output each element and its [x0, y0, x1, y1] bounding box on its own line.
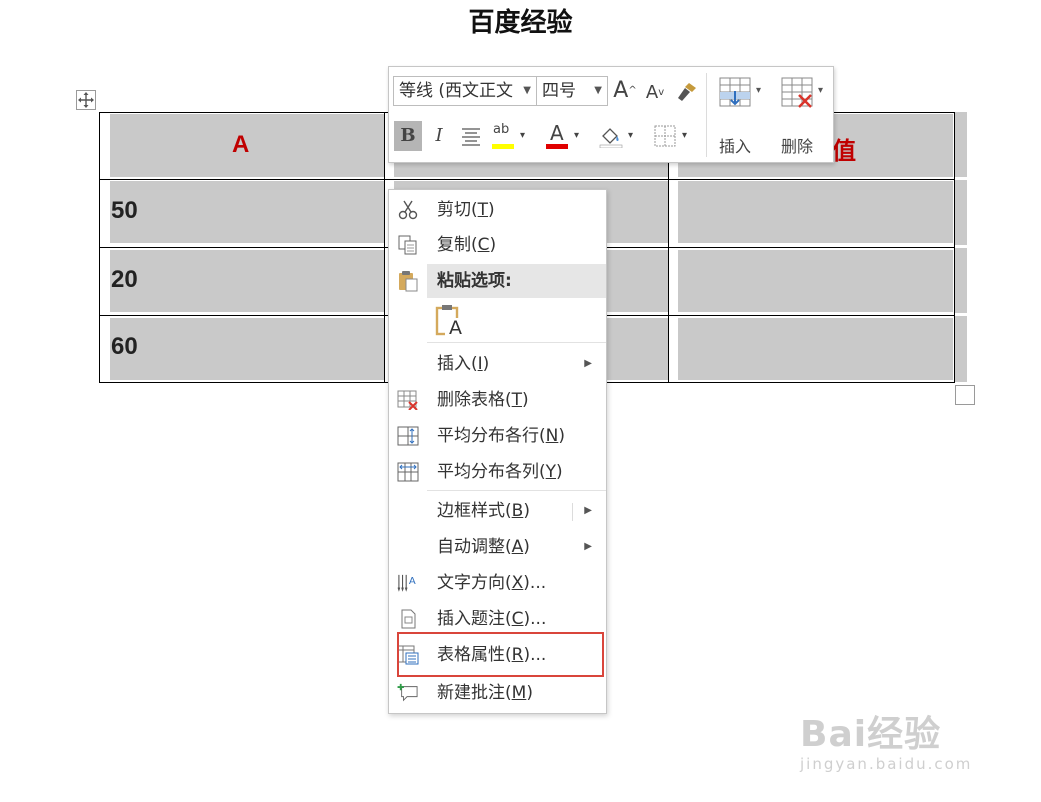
italic-button[interactable]: I	[425, 121, 453, 151]
menu-item-new-comment[interactable]: 新建批注(M)	[389, 676, 606, 710]
caption-icon	[401, 609, 416, 629]
menu-separator	[427, 342, 606, 343]
insert-rows-icon	[719, 77, 751, 107]
watermark-logo: Bai经验	[800, 714, 942, 755]
text-direction-icon: A	[397, 574, 416, 592]
table-cell[interactable]	[110, 318, 384, 380]
distribute-rows-icon	[397, 426, 419, 446]
header-cell-value: 值	[832, 138, 856, 165]
cell-value: 20	[111, 266, 138, 293]
table-move-handle[interactable]	[76, 90, 96, 110]
menu-item-text-direction[interactable]: A 文字方向(X)...	[389, 566, 606, 600]
menu-item-insert[interactable]: 插入(I) ▶	[389, 347, 606, 381]
copy-icon	[398, 235, 417, 255]
menu-item-cut[interactable]: 剪切(T)	[389, 193, 606, 227]
watermark: Bai经验 jingyan.baidu.com	[800, 705, 1000, 785]
font-name-combo[interactable]: 等线 (西文正文 ▼	[393, 76, 537, 106]
chevron-down-icon: ▾	[756, 85, 762, 96]
annotation-highlight-box	[397, 632, 604, 677]
scissors-icon	[398, 200, 418, 220]
chevron-down-icon: ▾	[573, 130, 579, 141]
grow-font-button[interactable]: A^	[611, 76, 639, 106]
chevron-down-icon: ▾	[627, 130, 633, 141]
delete-table-icon	[397, 390, 418, 410]
delete-table-button[interactable]: ▾ 删除	[777, 75, 833, 157]
shading-button[interactable]: ▾	[597, 121, 633, 151]
menu-separator	[427, 490, 606, 491]
paste-options-header: 粘贴选项:	[427, 264, 606, 298]
table-cell[interactable]	[678, 318, 953, 380]
submenu-arrow-icon: ▶	[584, 541, 592, 552]
cell-value: 60	[111, 333, 138, 360]
borders-icon	[654, 125, 676, 147]
font-size-combo[interactable]: 四号 ▼	[536, 76, 608, 106]
menu-item-copy[interactable]: 复制(C)	[389, 228, 606, 262]
bold-button[interactable]: B	[394, 121, 422, 151]
font-size-value: 四号	[542, 81, 576, 101]
watermark-url: jingyan.baidu.com	[800, 755, 973, 773]
distribute-columns-icon	[397, 462, 419, 482]
table-cell[interactable]	[678, 250, 953, 312]
table-cell[interactable]	[678, 181, 953, 243]
format-painter-button[interactable]	[673, 77, 701, 107]
paste-keep-text-only-button[interactable]: A	[435, 304, 465, 339]
italic-icon: I	[435, 125, 443, 146]
page-title: 百度经验	[468, 8, 573, 38]
toolbar-separator	[706, 73, 707, 157]
chevron-down-icon: ▼	[523, 85, 531, 96]
clipboard-icon	[399, 271, 418, 292]
chevron-down-icon: ▾	[519, 130, 525, 141]
new-comment-icon	[397, 683, 418, 702]
svg-text:A: A	[409, 576, 416, 587]
menu-item-distribute-columns[interactable]: 平均分布各列(Y)	[389, 455, 606, 489]
submenu-arrow-icon: ▶	[584, 358, 592, 369]
menu-item-autofit[interactable]: 自动调整(A) ▶	[389, 530, 606, 564]
insert-table-button[interactable]: ▾ 插入	[715, 75, 771, 157]
mini-toolbar: 等线 (西文正文 ▼ 四号 ▼ A^ Av B I ab ▾ A ▾ ▾ ▾ ▾…	[388, 66, 834, 163]
highlight-icon: ab	[493, 122, 510, 137]
align-center-icon	[462, 128, 480, 146]
cell-value: 50	[111, 197, 138, 224]
align-center-button[interactable]	[457, 121, 485, 151]
shrink-font-icon: A	[645, 82, 659, 103]
menu-item-insert-caption[interactable]: 插入题注(C)...	[389, 602, 606, 636]
shrink-font-button[interactable]: Av	[641, 78, 669, 108]
grow-font-icon: A	[613, 78, 629, 103]
table-resize-handle[interactable]	[955, 385, 975, 405]
header-cell-a: A	[232, 131, 250, 158]
table-end-of-row-markers	[955, 112, 967, 382]
font-color-button[interactable]: A ▾	[543, 121, 579, 151]
menu-item-border-styles[interactable]: 边框样式(B) ▶	[389, 494, 606, 528]
paint-bucket-icon	[599, 128, 623, 148]
submenu-arrow-icon: ▶	[584, 505, 592, 516]
delete-table-icon	[781, 77, 813, 108]
table-cell[interactable]	[110, 250, 384, 312]
chevron-down-icon: ▾	[818, 85, 824, 96]
insert-label: 插入	[719, 137, 752, 156]
table-cell[interactable]	[110, 181, 384, 243]
bold-icon: B	[400, 125, 416, 146]
format-painter-icon	[678, 83, 696, 101]
delete-label: 删除	[781, 137, 814, 156]
font-name-value: 等线 (西文正文	[399, 81, 514, 101]
move-icon	[78, 92, 94, 108]
highlight-button[interactable]: ab ▾	[489, 121, 525, 151]
table-gridline	[100, 179, 954, 180]
chevron-down-icon: ▼	[594, 85, 602, 96]
chevron-down-icon: ▾	[681, 130, 687, 141]
borders-button[interactable]: ▾	[651, 121, 687, 151]
menu-item-delete-table[interactable]: 删除表格(T)	[389, 383, 606, 417]
menu-item-distribute-rows[interactable]: 平均分布各行(N)	[389, 419, 606, 453]
